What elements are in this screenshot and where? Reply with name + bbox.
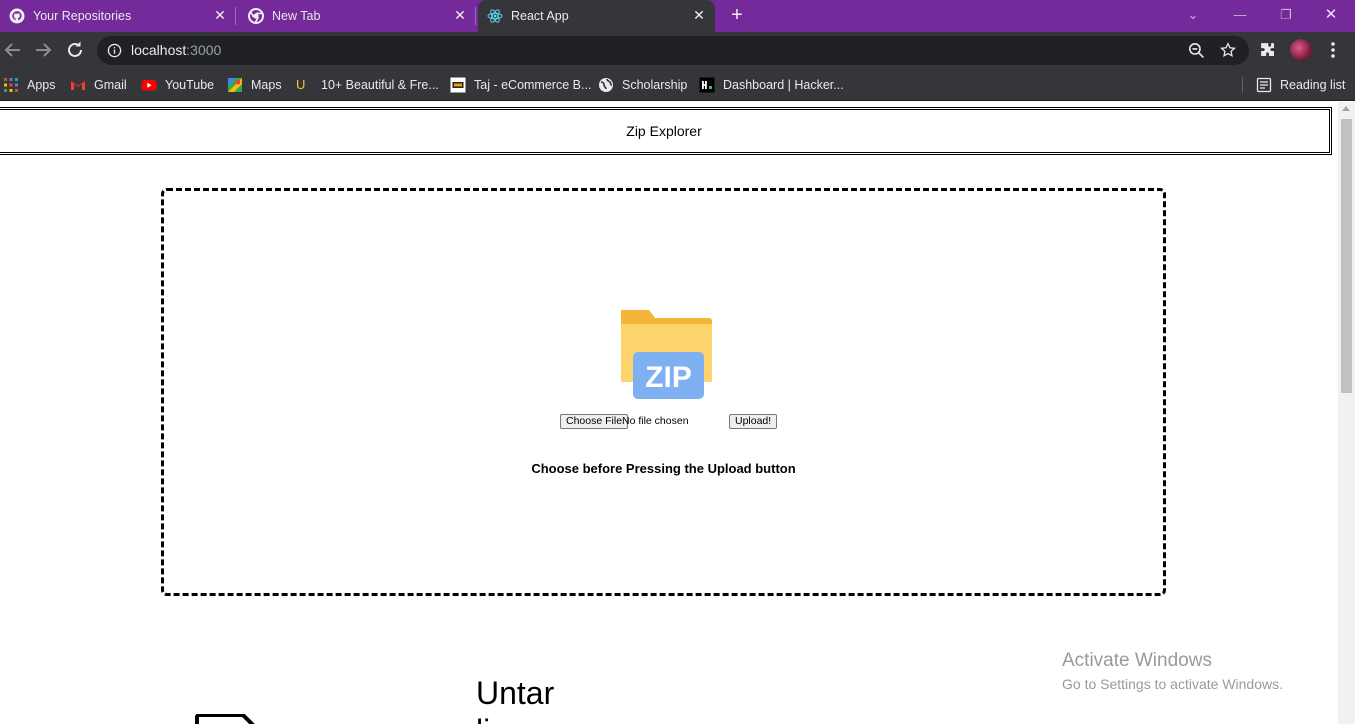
react-icon [487, 9, 503, 23]
maps-icon [228, 78, 242, 92]
reading-list-label: Reading list [1280, 78, 1346, 92]
browser-toolbar: localhost:3000 [0, 32, 1355, 69]
tab-search-icon[interactable]: ⌄ [1181, 4, 1205, 26]
bookmark-label: Scholarship [622, 78, 688, 92]
activate-windows-subtitle: Go to Settings to activate Windows. [1062, 676, 1283, 692]
bookmark-taj[interactable]: Taj - eCommerce B... [450, 76, 591, 94]
page-title: Zip Explorer [626, 123, 702, 139]
tab-new-tab[interactable]: New Tab ✕ [239, 0, 476, 32]
tab-title: Your Repositories [33, 9, 132, 23]
globe-icon [599, 78, 613, 92]
close-tab-icon[interactable]: ✕ [691, 7, 707, 23]
file-status-text: No file chosen [622, 415, 689, 427]
apps-grid-icon [4, 78, 18, 92]
section-title-continued: li [476, 713, 490, 724]
github-icon [9, 8, 25, 24]
bookmark-label: Maps [251, 78, 282, 92]
tab-strip: Your Repositories ✕ New Tab ✕ React App … [0, 0, 1355, 32]
reading-list-button[interactable]: Reading list [1256, 76, 1345, 94]
zip-folder-icon: ZIP [621, 310, 712, 399]
gmail-icon [70, 80, 86, 90]
vertical-scrollbar[interactable] [1338, 102, 1355, 724]
document-icon [195, 714, 255, 724]
upload-hint-text: Choose before Pressing the Upload button [531, 461, 796, 476]
zoom-icon[interactable] [1188, 42, 1205, 59]
close-window-icon[interactable]: ✕ [1319, 4, 1343, 26]
hackerrank-icon [699, 77, 715, 93]
minimize-icon[interactable]: — [1228, 4, 1252, 26]
activate-windows-watermark: Activate Windows Go to Settings to activ… [1062, 650, 1283, 695]
scrollbar-thumb[interactable] [1341, 119, 1352, 393]
reading-list-icon [1256, 77, 1272, 93]
bookmark-apps[interactable]: Apps [3, 76, 56, 94]
tab-title: New Tab [272, 9, 321, 23]
close-tab-icon[interactable]: ✕ [452, 7, 468, 23]
bookmark-maps[interactable]: Maps [227, 76, 282, 94]
forward-arrow-icon[interactable] [31, 38, 55, 62]
youtube-icon [141, 80, 157, 91]
url-host: localhost [131, 42, 187, 58]
close-tab-icon[interactable]: ✕ [212, 7, 228, 23]
app-header: Zip Explorer [0, 107, 1332, 155]
bookmark-label: YouTube [165, 78, 215, 92]
taj-site-icon [450, 77, 466, 93]
new-tab-button[interactable]: + [726, 5, 748, 27]
bookmark-gmail[interactable]: Gmail [70, 76, 127, 94]
bookmark-label: Gmail [94, 78, 127, 92]
section-title: Untar [476, 675, 555, 711]
bookmark-hackerrank[interactable]: Dashboard | Hacker... [699, 76, 844, 94]
zip-upload-dropzone[interactable]: ZIP Choose File No file chosen Upload! C… [161, 188, 1166, 596]
tab-react-app[interactable]: React App ✕ [478, 0, 715, 32]
u-site-icon: U [296, 77, 306, 92]
site-info-icon[interactable] [107, 43, 122, 58]
bookmark-beautiful[interactable]: U 10+ Beautiful & Fre... [296, 76, 439, 94]
bookmark-youtube[interactable]: YouTube [141, 76, 214, 94]
tab-title: React App [511, 9, 569, 23]
back-arrow-icon[interactable] [1, 38, 25, 62]
page-viewport: Zip Explorer ZIP Choose File No file cho… [0, 102, 1338, 724]
bookmark-label: 10+ Beautiful & Fre... [321, 78, 439, 92]
url-text: localhost:3000 [131, 42, 221, 58]
bookmark-label: Dashboard | Hacker... [723, 78, 844, 92]
bookmark-scholarship[interactable]: Scholarship [598, 76, 687, 94]
kebab-menu-icon[interactable] [1325, 40, 1341, 60]
address-bar[interactable]: localhost:3000 [97, 36, 1249, 65]
profile-avatar[interactable] [1290, 39, 1312, 61]
tab-your-repositories[interactable]: Your Repositories ✕ [0, 0, 236, 32]
extensions-puzzle-icon[interactable] [1259, 41, 1277, 59]
scroll-up-arrow-icon[interactable] [1342, 106, 1350, 111]
upload-button[interactable]: Upload! [729, 414, 778, 429]
bookmarks-divider [1242, 77, 1243, 93]
restore-icon[interactable]: ❐ [1274, 4, 1298, 26]
reload-icon[interactable] [63, 38, 87, 62]
bookmark-label: Taj - eCommerce B... [474, 78, 592, 92]
bookmarks-bar: Apps Gmail YouTube Maps U 10+ Beautiful … [0, 69, 1355, 101]
url-port: :3000 [186, 42, 222, 58]
chrome-icon [248, 8, 264, 24]
activate-windows-title: Activate Windows [1062, 650, 1212, 671]
bookmark-star-icon[interactable] [1219, 41, 1237, 59]
zip-icon-label: ZIP [645, 361, 692, 394]
choose-file-button[interactable]: Choose File [560, 414, 629, 429]
bookmark-label: Apps [27, 78, 56, 92]
